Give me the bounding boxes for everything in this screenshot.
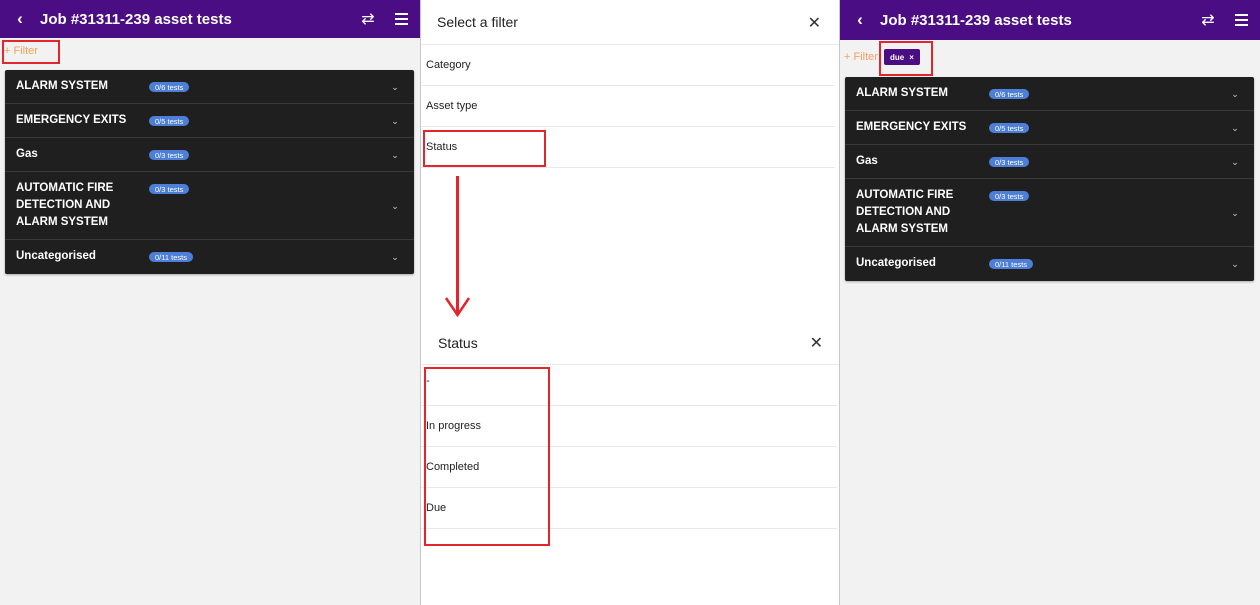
test-count-badge: 0/5 tests <box>149 116 190 126</box>
category-name: AUTOMATIC FIRE DETECTION AND ALARM SYSTE… <box>856 189 954 235</box>
category-list: ALARM SYSTEM 0/6 tests ⌄ EMERGENCY EXITS… <box>845 77 1254 281</box>
test-count-badge: 0/3 tests <box>989 157 1030 167</box>
category-name: EMERGENCY EXITS <box>856 121 967 133</box>
dialog-title: Select a filter <box>437 14 518 30</box>
page-title: Job #31311-239 asset tests <box>40 10 232 28</box>
app-bar: ‹ Job #31311-239 asset tests ⇄ <box>840 0 1260 40</box>
app-bar: ‹ Job #31311-239 asset tests ⇄ <box>0 0 420 38</box>
chevron-down-icon[interactable]: ⌄ <box>1230 89 1240 99</box>
category-row[interactable]: ALARM SYSTEM 0/6 tests ⌄ <box>845 77 1254 111</box>
category-name: ALARM SYSTEM <box>856 87 948 99</box>
category-row[interactable]: AUTOMATIC FIRE DETECTION AND ALARM SYSTE… <box>845 179 1254 247</box>
test-count-badge: 0/11 tests <box>149 252 193 262</box>
arrow-shaft <box>456 176 459 314</box>
chevron-down-icon[interactable]: ⌄ <box>390 201 400 211</box>
chevron-down-icon[interactable]: ⌄ <box>390 116 400 126</box>
category-row[interactable]: Uncategorised 0/11 tests ⌄ <box>845 247 1254 281</box>
category-row[interactable]: ALARM SYSTEM 0/6 tests ⌄ <box>5 70 414 104</box>
category-name: Gas <box>16 148 38 160</box>
dialog-title: Status <box>438 335 478 351</box>
page-title: Job #31311-239 asset tests <box>880 11 1072 29</box>
category-row[interactable]: EMERGENCY EXITS 0/5 tests ⌄ <box>5 104 414 138</box>
chevron-left-icon[interactable]: ‹ <box>840 10 880 30</box>
chevron-down-icon[interactable]: ⌄ <box>390 82 400 92</box>
category-row[interactable]: Uncategorised 0/11 tests ⌄ <box>5 240 414 274</box>
test-count-badge: 0/3 tests <box>149 150 190 160</box>
category-name: ALARM SYSTEM <box>16 80 108 92</box>
close-icon[interactable]: ✕ <box>808 13 821 33</box>
chevron-down-icon[interactable]: ⌄ <box>1230 259 1240 269</box>
chevron-down-icon[interactable]: ⌄ <box>1230 123 1240 133</box>
category-name: AUTOMATIC FIRE DETECTION AND ALARM SYSTE… <box>16 182 114 228</box>
category-row[interactable]: Gas 0/3 tests ⌄ <box>5 138 414 172</box>
chevron-down-icon[interactable]: ⌄ <box>1230 208 1240 218</box>
category-name: Uncategorised <box>16 250 96 262</box>
filter-dialogs: Select a filter ✕ Category Asset type St… <box>420 0 840 605</box>
category-name: Uncategorised <box>856 257 936 269</box>
test-count-badge: 0/11 tests <box>989 259 1033 269</box>
swap-icon[interactable]: ⇄ <box>1194 10 1222 30</box>
swap-icon[interactable]: ⇄ <box>354 9 382 29</box>
chevron-down-icon[interactable]: ⌄ <box>1230 157 1240 167</box>
highlight-box <box>2 40 60 64</box>
status-dialog-header: Status ✕ <box>421 320 839 365</box>
filter-option-asset-type[interactable]: Asset type <box>421 86 835 127</box>
arrow-down-icon <box>444 297 471 318</box>
category-name: EMERGENCY EXITS <box>16 114 127 126</box>
category-row[interactable]: Gas 0/3 tests ⌄ <box>845 145 1254 179</box>
highlight-box <box>424 367 550 546</box>
option-label: Category <box>426 59 471 71</box>
job-screen-after: ‹ Job #31311-239 asset tests ⇄ + Filter … <box>840 0 1260 605</box>
category-list: ALARM SYSTEM 0/6 tests ⌄ EMERGENCY EXITS… <box>5 70 414 274</box>
option-label: Asset type <box>426 100 478 112</box>
test-count-badge: 0/6 tests <box>149 82 190 92</box>
hamburger-menu-icon[interactable] <box>1222 14 1260 26</box>
chevron-left-icon[interactable]: ‹ <box>0 9 40 29</box>
test-count-badge: 0/5 tests <box>989 123 1030 133</box>
close-icon[interactable]: ✕ <box>810 333 823 353</box>
job-screen-before: ‹ Job #31311-239 asset tests ⇄ + Filter … <box>0 0 420 605</box>
category-name: Gas <box>856 155 878 167</box>
highlight-box <box>423 130 546 167</box>
test-count-badge: 0/3 tests <box>149 184 190 194</box>
test-count-badge: 0/3 tests <box>989 191 1030 201</box>
test-count-badge: 0/6 tests <box>989 89 1030 99</box>
chevron-down-icon[interactable]: ⌄ <box>390 252 400 262</box>
chevron-down-icon[interactable]: ⌄ <box>390 150 400 160</box>
add-filter-link[interactable]: + Filter <box>844 51 878 63</box>
highlight-box <box>879 41 933 76</box>
hamburger-menu-icon[interactable] <box>382 13 420 25</box>
filter-dialog-header: Select a filter ✕ <box>421 0 839 45</box>
category-row[interactable]: EMERGENCY EXITS 0/5 tests ⌄ <box>845 111 1254 145</box>
category-row[interactable]: AUTOMATIC FIRE DETECTION AND ALARM SYSTE… <box>5 172 414 240</box>
filter-option-category[interactable]: Category <box>421 45 835 86</box>
